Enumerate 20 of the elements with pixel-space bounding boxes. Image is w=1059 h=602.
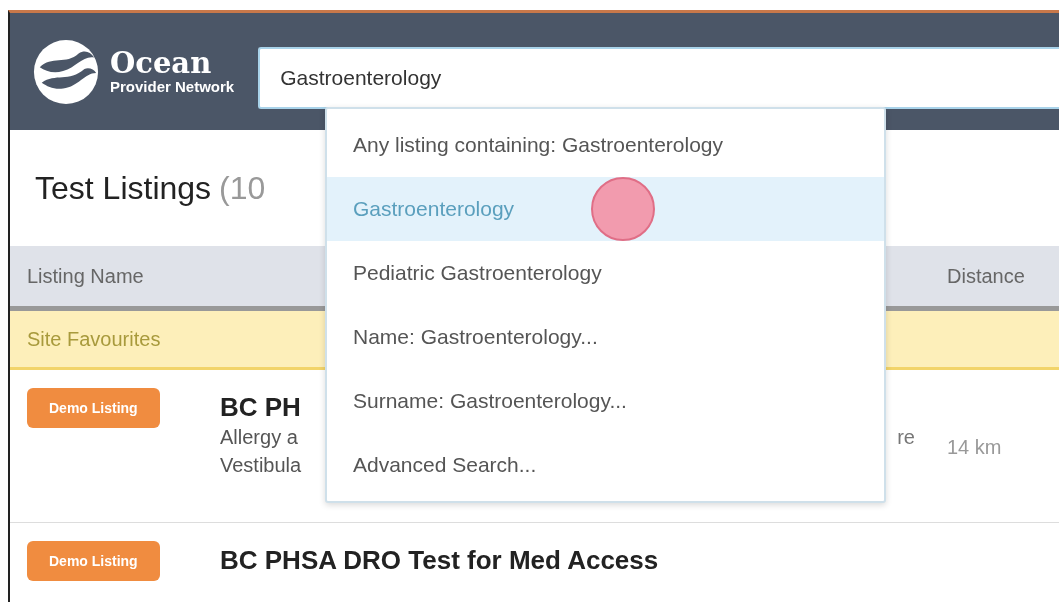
demo-badge: Demo Listing bbox=[27, 541, 160, 581]
distance: 14 km bbox=[947, 436, 1002, 458]
group-label: Site Favourites bbox=[27, 327, 161, 351]
search-field[interactable]: Gastroenterology bbox=[258, 46, 1059, 109]
listing-name[interactable]: BC PHSA DRO Test for Med Access bbox=[220, 545, 947, 576]
suggestion-item[interactable]: Any listing containing: Gastroenterology bbox=[327, 113, 884, 177]
listing-description: re bbox=[897, 425, 915, 450]
listing-description: Vestibula bbox=[220, 453, 302, 478]
logo-subtitle: Provider Network bbox=[110, 78, 235, 95]
ocean-logo-icon bbox=[32, 37, 100, 106]
suggestion-item[interactable]: Pediatric Gastroenterology bbox=[327, 241, 884, 305]
suggestion-item[interactable]: Surname: Gastroenterology... bbox=[327, 369, 884, 433]
listing-description: Allergy a bbox=[220, 425, 298, 450]
demo-badge: Demo Listing bbox=[27, 388, 160, 428]
logo-title: Ocean bbox=[110, 48, 213, 78]
page-title: Test Listings bbox=[35, 169, 212, 207]
column-header[interactable]: Distance bbox=[947, 264, 1059, 288]
listing-count: (10 bbox=[219, 169, 267, 207]
suggestion-item[interactable]: Advanced Search... bbox=[327, 433, 884, 497]
suggestion-item[interactable]: Name: Gastroenterology... bbox=[327, 305, 884, 369]
